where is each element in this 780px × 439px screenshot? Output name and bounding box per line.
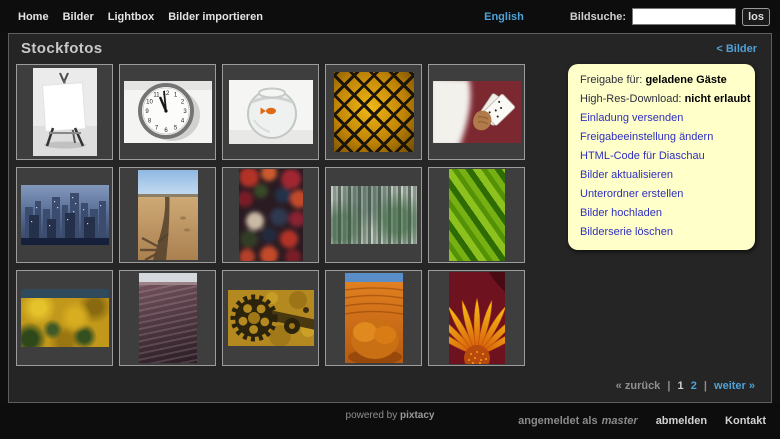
- action-upload-images[interactable]: Bilder hochladen: [580, 204, 743, 223]
- pagination-prev: « zurück: [615, 380, 661, 392]
- menu-item-lightbox[interactable]: Lightbox: [108, 11, 154, 23]
- highres-info-line: High-Res-Download: nicht erlaubt: [580, 93, 751, 105]
- thumbnail-orange-dune-with-bush[interactable]: [325, 270, 422, 366]
- powered-by-note: powered by pixtacy: [345, 410, 435, 421]
- page-title: Stockfotos: [21, 40, 103, 57]
- thumbnail-hand-with-playing-cards[interactable]: [428, 64, 525, 160]
- chain-link-fence-photo: [333, 72, 414, 152]
- pagination-page-2-link[interactable]: 2: [691, 380, 697, 392]
- playing-cards-photo: [432, 81, 521, 143]
- main-menu: Home Bilder Lightbox Bilder importieren: [18, 11, 277, 23]
- share-info-line: Freigabe für: geladene Gäste: [580, 74, 727, 86]
- palm-shadow-photo: [137, 170, 198, 260]
- action-send-invitation[interactable]: Einladung versenden: [580, 109, 743, 128]
- search-label: Bildsuche:: [569, 10, 627, 23]
- pagination: « zurück | 1 2 | weiter »: [612, 380, 755, 392]
- thumbnail-autumn-hillside[interactable]: [16, 270, 113, 366]
- thumbnail-dark-sand-dune[interactable]: [119, 270, 216, 366]
- goldfish-bowl-photo: [228, 80, 313, 144]
- action-change-share-settings[interactable]: Freigabeeinstellung ändern: [580, 128, 743, 147]
- thumbnail-goldfish-bowl[interactable]: [222, 64, 319, 160]
- action-refresh-images[interactable]: Bilder aktualisieren: [580, 166, 743, 185]
- thumbnail-autumn-leaves[interactable]: [222, 167, 319, 263]
- rusty-gears-photo: [227, 290, 314, 346]
- search-go-button[interactable]: los: [742, 7, 770, 26]
- thumbnail-grid: 12 1 2 345 678 9 10 11: [16, 64, 525, 366]
- language-switch-link[interactable]: English: [484, 11, 524, 23]
- pagination-page-1-current: 1: [677, 380, 684, 392]
- thumbnail-canvas-on-easel[interactable]: [16, 64, 113, 160]
- thumbnail-birch-forest[interactable]: [325, 167, 422, 263]
- username: master: [601, 415, 638, 427]
- pagination-separator-2: |: [703, 380, 707, 392]
- autumn-leaves-photo: [238, 169, 303, 261]
- wall-clock-photo: 12 12 345 678 91011: [123, 81, 212, 143]
- green-palm-leaves-photo: [448, 169, 505, 261]
- menu-item-home[interactable]: Home: [18, 11, 49, 23]
- thumbnail-wall-clock[interactable]: 12 1 2 345 678 9 10 11: [119, 64, 216, 160]
- contact-link[interactable]: Kontakt: [725, 415, 766, 427]
- brand-name: pixtacy: [400, 410, 435, 421]
- topbar: Home Bilder Lightbox Bilder importieren …: [0, 0, 780, 33]
- thumbnail-rusty-gears[interactable]: [222, 270, 319, 366]
- action-create-subfolder[interactable]: Unterordner erstellen: [580, 185, 743, 204]
- svg-text:10: 10: [146, 100, 153, 106]
- logged-in-label: angemeldet als: [518, 415, 598, 427]
- content-panel: Stockfotos < Bilder 12 1 2 3 4 5 6 7 8 9…: [8, 33, 772, 403]
- menu-item-bilder-importieren[interactable]: Bilder importieren: [168, 11, 263, 23]
- orange-dune-photo: [344, 273, 403, 363]
- back-to-bilder-link[interactable]: < Bilder: [716, 43, 757, 55]
- thumbnail-palm-tree-shadow-beach[interactable]: [119, 167, 216, 263]
- canvas-on-easel-photo: [32, 68, 97, 156]
- menu-item-bilder[interactable]: Bilder: [63, 11, 94, 23]
- footer: powered by pixtacy angemeldet als master…: [0, 403, 780, 439]
- action-html-code-slideshow[interactable]: HTML-Code für Diaschau: [580, 147, 743, 166]
- orange-gerbera-photo: [448, 272, 505, 364]
- thumbnail-orange-gerbera[interactable]: [428, 270, 525, 366]
- pagination-separator: |: [667, 380, 671, 392]
- logout-link[interactable]: abmelden: [656, 415, 707, 427]
- autumn-hillside-photo: [20, 289, 109, 347]
- thumbnail-green-palm-leaves[interactable]: [428, 167, 525, 263]
- city-skyline-photo: [20, 185, 109, 245]
- birch-forest-photo: [330, 186, 417, 244]
- folder-actions-panel: Freigabe für: geladene Gäste High-Res-Do…: [568, 64, 755, 250]
- dark-sand-dune-photo: [138, 273, 197, 363]
- action-delete-series[interactable]: Bilderserie löschen: [580, 223, 743, 242]
- thumbnail-chain-link-fence[interactable]: [325, 64, 422, 160]
- session-info: angemeldet als master abmelden Kontakt: [518, 415, 766, 427]
- pagination-next-link[interactable]: weiter »: [714, 380, 755, 392]
- search-input[interactable]: [632, 8, 737, 25]
- thumbnail-city-skyline-dusk[interactable]: [16, 167, 113, 263]
